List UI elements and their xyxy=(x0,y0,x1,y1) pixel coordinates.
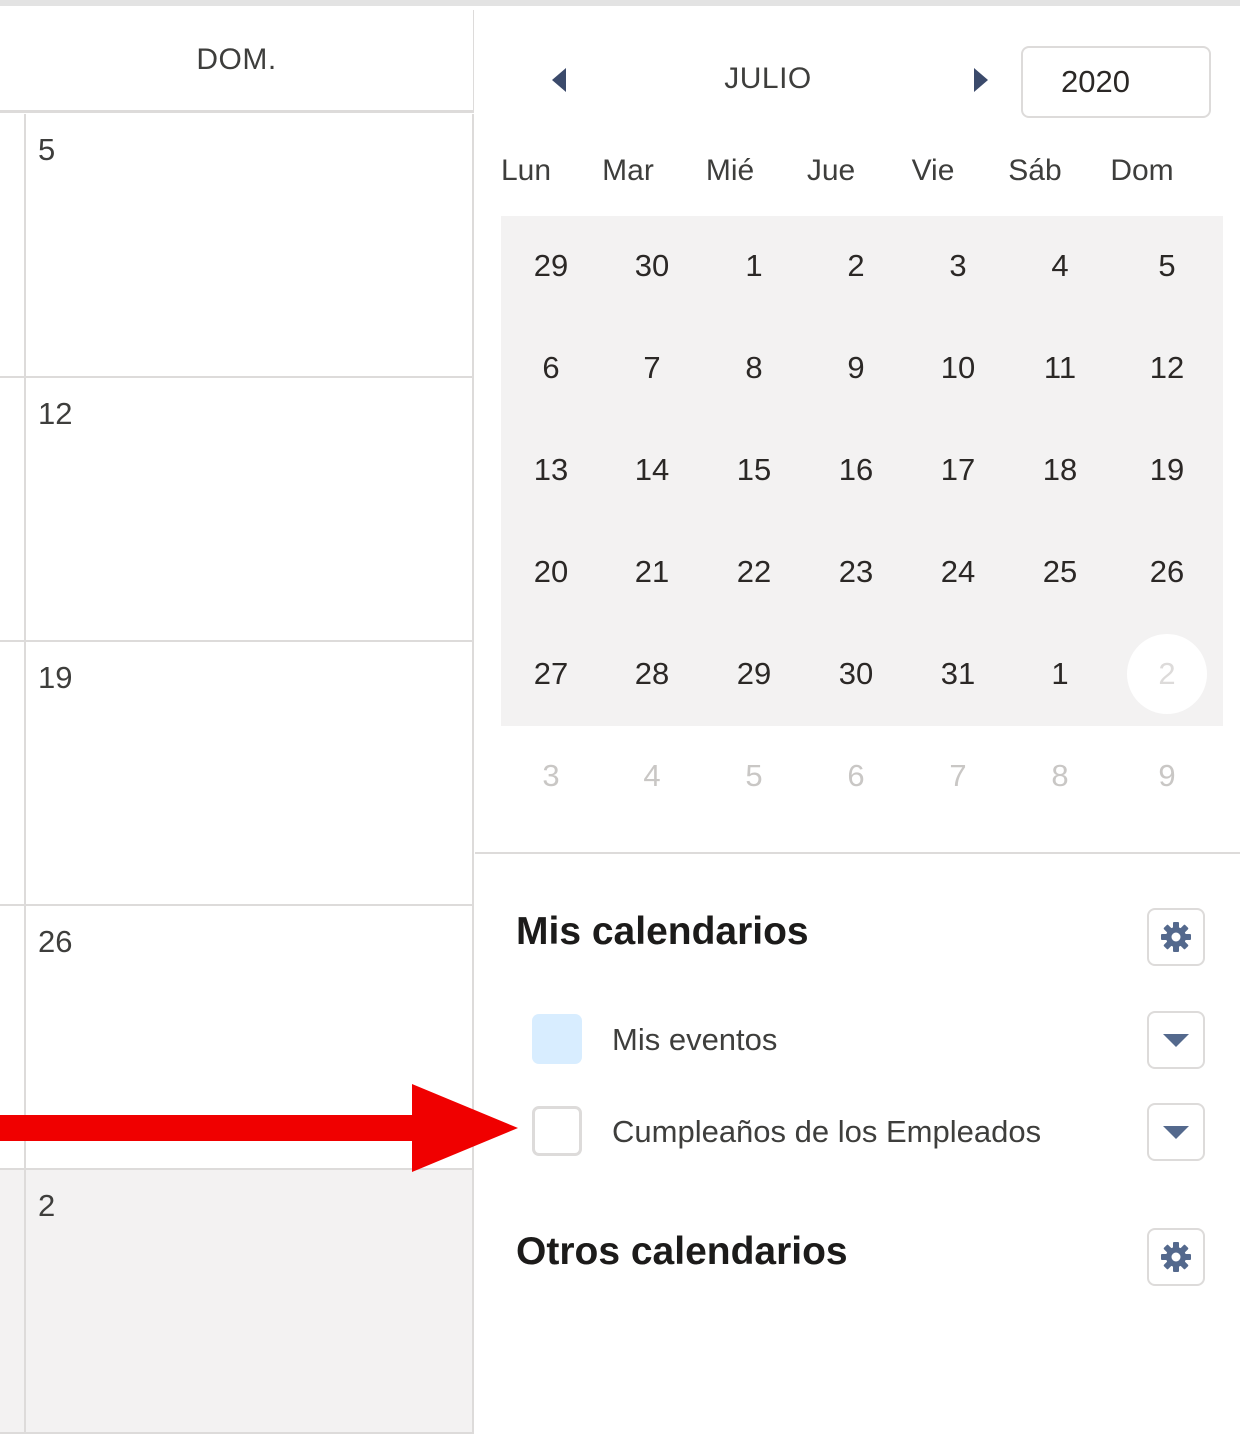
date-cell[interactable]: 4 xyxy=(1020,226,1100,306)
my-calendars-title: Mis calendarios xyxy=(516,910,809,953)
weekday-label: Sáb xyxy=(1008,154,1062,187)
triangle-left-icon xyxy=(552,68,566,92)
calendar-label: Cumpleaños de los Empleados xyxy=(612,1114,1042,1149)
date-cell[interactable]: 28 xyxy=(612,634,692,714)
date-cell-next-month[interactable]: 2 xyxy=(1127,634,1207,714)
week-day-cell[interactable]: 19 xyxy=(0,642,474,906)
week-day-cell-next-month[interactable]: 2 xyxy=(0,1170,474,1434)
date-cell[interactable]: 13 xyxy=(511,430,591,510)
chevron-down-icon xyxy=(1163,1034,1189,1047)
date-cell[interactable]: 19 xyxy=(1127,430,1207,510)
calendar-toggle-my-events[interactable] xyxy=(532,1014,582,1064)
date-cell[interactable]: 17 xyxy=(918,430,998,510)
date-cell[interactable]: 27 xyxy=(511,634,591,714)
date-cell[interactable]: 21 xyxy=(612,532,692,612)
date-cell-next-month[interactable]: 6 xyxy=(816,736,896,816)
date-cell[interactable]: 26 xyxy=(1127,532,1207,612)
date-cell[interactable]: 10 xyxy=(918,328,998,408)
previous-month-button[interactable] xyxy=(535,56,583,104)
date-cell[interactable]: 29 xyxy=(714,634,794,714)
week-day-cell[interactable]: 12 xyxy=(0,378,474,642)
date-cell[interactable]: 23 xyxy=(816,532,896,612)
weekday-label: Jue xyxy=(806,154,856,187)
calendar-item-employee-birthdays: Cumpleaños de los Empleados xyxy=(532,1106,1132,1158)
gear-icon xyxy=(1161,922,1191,952)
mini-calendar-header: JULIO 2020 xyxy=(475,6,1240,146)
day-number: 2 xyxy=(38,1188,56,1223)
date-cell-next-month[interactable]: 5 xyxy=(714,736,794,816)
next-month-button[interactable] xyxy=(957,56,1005,104)
date-cell-next-month[interactable]: 9 xyxy=(1127,736,1207,816)
annotation-arrow-icon xyxy=(0,1084,518,1172)
date-cell[interactable]: 30 xyxy=(816,634,896,714)
day-number: 19 xyxy=(38,660,73,695)
weekday-label: Vie xyxy=(911,154,955,187)
chevron-down-icon xyxy=(1163,1126,1189,1139)
date-cell[interactable]: 22 xyxy=(714,532,794,612)
day-number: 26 xyxy=(38,924,73,959)
date-cell[interactable]: 3 xyxy=(918,226,998,306)
panel-divider xyxy=(475,852,1240,854)
date-cell-next-month[interactable]: 8 xyxy=(1020,736,1100,816)
date-cell-next-month[interactable]: 3 xyxy=(511,736,591,816)
other-calendars-settings-button[interactable] xyxy=(1147,1228,1205,1286)
day-number: 12 xyxy=(38,396,73,431)
date-cell[interactable]: 14 xyxy=(612,430,692,510)
my-events-menu-button[interactable] xyxy=(1147,1011,1205,1069)
week-gutter xyxy=(0,642,26,904)
date-cell[interactable]: 12 xyxy=(1127,328,1207,408)
calendar-label: Mis eventos xyxy=(612,1022,778,1057)
week-gutter xyxy=(0,1170,26,1432)
date-cell-next-month[interactable]: 1 xyxy=(1020,634,1100,714)
weekday-label: Lun xyxy=(500,154,552,187)
date-cell[interactable]: 18 xyxy=(1020,430,1100,510)
my-calendars-settings-button[interactable] xyxy=(1147,908,1205,966)
date-cell[interactable]: 25 xyxy=(1020,532,1100,612)
year-select[interactable]: 2020 xyxy=(1021,46,1211,118)
date-cell[interactable]: 6 xyxy=(511,328,591,408)
other-calendars-title: Otros calendarios xyxy=(516,1230,848,1273)
calendar-side-panel: JULIO 2020 Lun Mar Mié Jue Vie Sáb Dom 2… xyxy=(475,6,1240,1456)
date-cell[interactable]: 16 xyxy=(816,430,896,510)
weekday-label: Dom xyxy=(1110,154,1174,187)
weekday-header-row: Lun Mar Mié Jue Vie Sáb Dom xyxy=(501,154,1223,194)
date-cell[interactable]: 2 xyxy=(816,226,896,306)
weekday-label: Mié xyxy=(705,154,755,187)
date-cell[interactable]: 15 xyxy=(714,430,794,510)
date-cell[interactable]: 9 xyxy=(816,328,896,408)
week-column-sunday: DOM. 5 12 19 26 2 xyxy=(0,6,475,1456)
date-cell[interactable]: 11 xyxy=(1020,328,1100,408)
week-gutter xyxy=(0,378,26,640)
date-cell[interactable]: 1 xyxy=(714,226,794,306)
day-number: 5 xyxy=(38,132,56,167)
date-cell[interactable]: 20 xyxy=(511,532,591,612)
date-cell-previous-month[interactable]: 29 xyxy=(511,226,591,306)
employee-birthdays-menu-button[interactable] xyxy=(1147,1103,1205,1161)
week-day-cell[interactable]: 5 xyxy=(0,114,474,378)
day-header-sunday: DOM. xyxy=(0,10,474,113)
date-cell[interactable]: 7 xyxy=(612,328,692,408)
calendar-toggle-employee-birthdays[interactable] xyxy=(532,1106,582,1156)
date-cell-next-month[interactable]: 7 xyxy=(918,736,998,816)
calendar-item-my-events: Mis eventos xyxy=(532,1014,1132,1066)
gear-icon xyxy=(1161,1242,1191,1272)
month-label: JULIO xyxy=(724,62,812,95)
date-cell-next-month[interactable]: 4 xyxy=(612,736,692,816)
date-cell[interactable]: 31 xyxy=(918,634,998,714)
triangle-right-icon xyxy=(974,68,988,92)
date-cell-previous-month[interactable]: 30 xyxy=(612,226,692,306)
date-cell[interactable]: 5 xyxy=(1127,226,1207,306)
date-cell[interactable]: 8 xyxy=(714,328,794,408)
week-gutter xyxy=(0,114,26,376)
date-cell[interactable]: 24 xyxy=(918,532,998,612)
weekday-label: Mar xyxy=(602,154,654,187)
